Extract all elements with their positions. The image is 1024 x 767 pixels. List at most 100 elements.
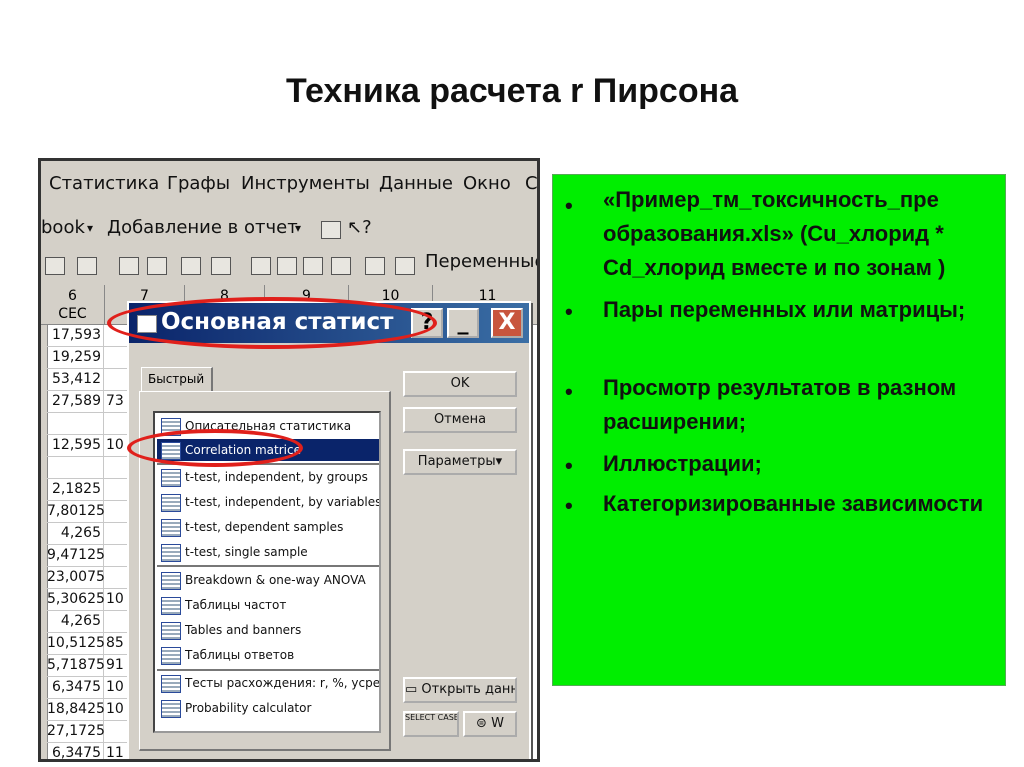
menu-tools[interactable]: Инструменты	[241, 173, 370, 194]
list-item-frequency[interactable]: Таблицы частот	[157, 594, 379, 616]
annotation-ellipse-correlation	[127, 429, 303, 467]
split-icon[interactable]	[251, 257, 271, 275]
list-item-label: Breakdown & one-way ANOVA	[185, 573, 366, 587]
workbook-dropdown[interactable]: book	[41, 217, 85, 238]
list-item-label: Тесты расхождения: r, %, усре	[185, 676, 379, 690]
table-cell[interactable]: 53,412	[47, 369, 103, 391]
table-cell[interactable]: 6,3475	[47, 743, 103, 759]
table-cell[interactable]: 27,589	[47, 391, 103, 413]
table-cell[interactable]	[47, 457, 103, 479]
chart2-icon[interactable]	[303, 257, 323, 275]
bullet-icon: •	[565, 379, 573, 404]
bullet-icon: •	[565, 193, 573, 218]
tag-icon[interactable]	[119, 257, 139, 275]
options-button[interactable]: Параметры▾	[403, 449, 517, 475]
menu-statistics[interactable]: Статистика	[49, 173, 159, 194]
ok-button[interactable]: OK	[403, 371, 517, 397]
minimize-button[interactable]: _	[447, 308, 479, 338]
column-header-6[interactable]: 6 CEC	[41, 285, 105, 325]
ttest-icon	[161, 494, 181, 512]
ttest-icon	[161, 519, 181, 537]
table-cell[interactable]: 12,595	[47, 435, 103, 457]
weight-icon: ⊜	[476, 716, 492, 731]
table-icon	[161, 622, 181, 640]
table-cell[interactable]: 10,5125	[47, 633, 105, 655]
table-cell[interactable]: 5,30625	[47, 589, 105, 611]
table-cell[interactable]: 23,0075	[47, 567, 105, 589]
list-item-label: t-test, single sample	[185, 545, 308, 559]
variables-button[interactable]: Переменные	[425, 251, 537, 272]
list-item-ttest-groups[interactable]: t-test, independent, by groups	[157, 466, 379, 488]
frame-icon[interactable]	[77, 257, 97, 275]
table-cell[interactable]: 17,593	[47, 325, 103, 347]
column-number: 6	[68, 288, 77, 304]
menu-more[interactable]: С	[525, 173, 537, 194]
chevron-down-icon[interactable]: ▾	[295, 221, 301, 235]
help-pointer-icon[interactable]: ↖?	[347, 217, 372, 238]
fill-icon[interactable]	[45, 257, 65, 275]
bullet-icon: •	[565, 493, 573, 518]
table-cell[interactable]: 4,265	[47, 611, 103, 633]
bullet-text: «Пример_тм_токсичность_пре образования.x…	[603, 187, 946, 280]
toolbar-2: Переменные	[41, 251, 537, 281]
list-item-ttest-dependent[interactable]: t-test, dependent samples	[157, 516, 379, 538]
ttest-icon	[161, 544, 181, 562]
annotation-ellipse-title	[107, 297, 437, 349]
menu-bar: Статистика Графы Инструменты Данные Окно…	[41, 173, 537, 201]
list-item-banners[interactable]: Tables and banners	[157, 619, 379, 641]
chart-icon	[161, 675, 181, 693]
open-data-button[interactable]: ▭ Открыть данн	[403, 677, 517, 703]
bullet-text: Иллюстрации;	[603, 451, 762, 476]
table-cell[interactable]: 2,1825	[47, 479, 103, 501]
close-button[interactable]: X	[491, 308, 523, 338]
list-item-probability[interactable]: Probability calculator	[157, 697, 379, 719]
calculator-icon	[161, 700, 181, 718]
menu-graphs[interactable]: Графы	[167, 173, 230, 194]
list-item-difference-tests[interactable]: Тесты расхождения: r, %, усре	[157, 672, 379, 694]
list-item-anova[interactable]: Breakdown & one-way ANOVA	[157, 569, 379, 591]
menu-window[interactable]: Окно	[463, 173, 511, 194]
open-data-label: Открыть данн	[421, 682, 517, 697]
list-item-label: t-test, independent, by variables	[185, 495, 379, 509]
table-cell[interactable]: 4,265	[47, 523, 103, 545]
table-cell[interactable]: 18,8425	[47, 699, 105, 721]
folder-icon: ▭	[405, 682, 422, 697]
table-cell[interactable]: 27,1725	[47, 721, 105, 743]
tree-icon	[161, 572, 181, 590]
table-cell[interactable]: 6,3475	[47, 677, 103, 699]
list-item-label: Tables and banners	[185, 623, 302, 637]
chart-icon[interactable]	[277, 257, 297, 275]
basic-statistics-dialog: Основная статист ? _ X Быстрый Описатель…	[127, 301, 531, 759]
select-cases-label: SELECT CASES	[405, 713, 459, 722]
select-cases-button[interactable]: SELECT CASES S	[403, 711, 459, 737]
chevron-down-icon[interactable]: ▾	[87, 221, 93, 235]
table-cell[interactable]: 5,71875	[47, 655, 105, 677]
divider	[157, 669, 379, 671]
book-icon[interactable]	[321, 221, 341, 239]
add-report-dropdown[interactable]: Добавление в отчет	[107, 217, 298, 238]
decimal-decrease-icon[interactable]	[211, 257, 231, 275]
variable-icon[interactable]	[395, 257, 415, 275]
list-item-label: Таблицы частот	[185, 598, 287, 612]
list-item-ttest-single[interactable]: t-test, single sample	[157, 541, 379, 563]
grid-icon[interactable]	[147, 257, 167, 275]
sort-icon[interactable]	[365, 257, 385, 275]
chart3-icon[interactable]	[331, 257, 351, 275]
tab-quick[interactable]: Быстрый	[141, 367, 213, 391]
notes-panel: • «Пример_тм_токсичность_пре образования…	[552, 174, 1006, 686]
table-cell[interactable]: 7,80125	[47, 501, 105, 523]
w-label: W	[491, 716, 504, 731]
menu-data[interactable]: Данные	[379, 173, 453, 194]
options-label: Параметры	[417, 454, 496, 469]
bullet-icon: •	[565, 453, 573, 478]
decimal-increase-icon[interactable]	[181, 257, 201, 275]
table-cell[interactable]	[47, 413, 103, 435]
list-item-ttest-variables[interactable]: t-test, independent, by variables	[157, 491, 379, 513]
table-cell[interactable]: 9,47125	[47, 545, 105, 567]
bullet-text: Просмотр результатов в разном расширении…	[603, 375, 957, 434]
weight-button[interactable]: ⊜ W	[463, 711, 517, 737]
column-name: CEC	[58, 306, 87, 322]
cancel-button[interactable]: Отмена	[403, 407, 517, 433]
list-item-responses[interactable]: Таблицы ответов	[157, 644, 379, 666]
table-cell[interactable]: 19,259	[47, 347, 103, 369]
